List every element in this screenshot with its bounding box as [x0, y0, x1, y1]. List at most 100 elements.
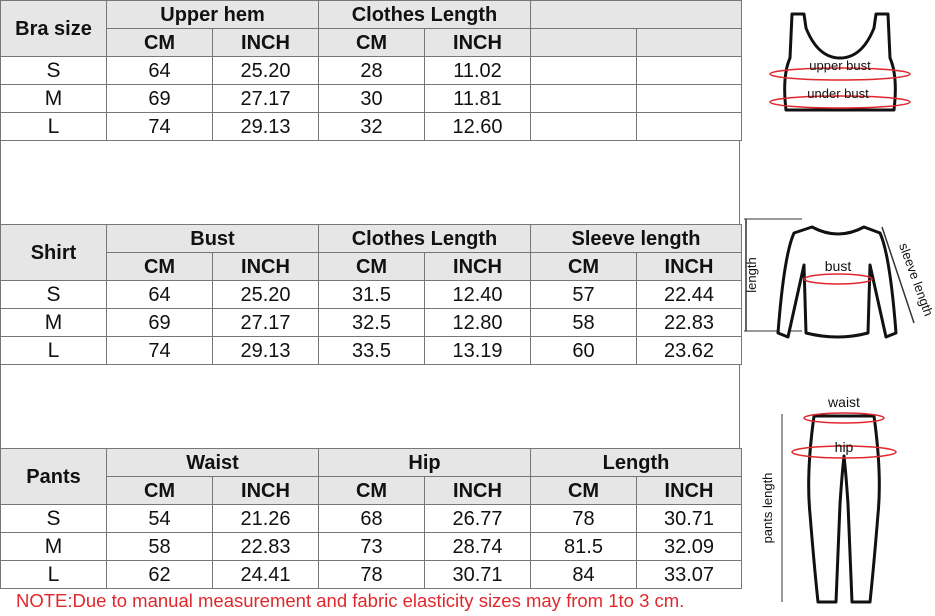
- value-cell: 21.26: [212, 504, 319, 533]
- value-cell: 62: [106, 560, 213, 589]
- size-cell: L: [0, 336, 107, 365]
- unit-header: CM: [106, 252, 213, 281]
- value-cell: 73: [318, 532, 425, 561]
- value-cell: 25.20: [212, 56, 319, 85]
- value-cell: 69: [106, 308, 213, 337]
- table-row: M 58 22.83 73 28.74 81.5 32.09: [0, 532, 742, 561]
- value-cell: 11.81: [424, 84, 531, 113]
- value-cell: 33.5: [318, 336, 425, 365]
- spacer-band: [0, 140, 740, 224]
- size-cell: M: [0, 532, 107, 561]
- value-cell: 31.5: [318, 280, 425, 309]
- table-row: S 64 25.20 31.5 12.40 57 22.44: [0, 280, 742, 309]
- group-header: Waist: [106, 448, 319, 477]
- value-cell: 12.60: [424, 112, 531, 141]
- bra-diagram: upper bust under bust: [769, 12, 911, 112]
- unit-header: [636, 28, 742, 57]
- value-cell: 32.5: [318, 308, 425, 337]
- value-cell: 11.02: [424, 56, 531, 85]
- value-cell: 32: [318, 112, 425, 141]
- value-cell: 24.41: [212, 560, 319, 589]
- table-row: S 54 21.26 68 26.77 78 30.71: [0, 504, 742, 533]
- upper-bust-label: upper bust: [809, 58, 871, 73]
- size-cell: M: [0, 308, 107, 337]
- value-cell: [530, 112, 637, 141]
- waist-label: waist: [827, 394, 860, 410]
- unit-header: INCH: [424, 252, 531, 281]
- group-header: [530, 0, 742, 29]
- group-header: Upper hem: [106, 0, 319, 29]
- value-cell: 81.5: [530, 532, 637, 561]
- value-cell: 22.83: [212, 532, 319, 561]
- value-cell: 30: [318, 84, 425, 113]
- value-cell: 33.07: [636, 560, 742, 589]
- unit-header: CM: [318, 28, 425, 57]
- table-row: M 69 27.17 32.5 12.80 58 22.83: [0, 308, 742, 337]
- unit-header: INCH: [424, 476, 531, 505]
- value-cell: 27.17: [212, 308, 319, 337]
- group-header: Sleeve length: [530, 224, 742, 253]
- size-cell: M: [0, 84, 107, 113]
- unit-header: INCH: [424, 28, 531, 57]
- unit-header: INCH: [212, 28, 319, 57]
- value-cell: 29.13: [212, 112, 319, 141]
- size-cell: L: [0, 112, 107, 141]
- unit-header: INCH: [636, 476, 742, 505]
- table-row: L 62 24.41 78 30.71 84 33.07: [0, 560, 742, 589]
- unit-header: CM: [530, 476, 637, 505]
- value-cell: 30.71: [424, 560, 531, 589]
- table-label: Bra size: [0, 0, 107, 57]
- value-cell: 28: [318, 56, 425, 85]
- unit-header: CM: [318, 476, 425, 505]
- under-bust-label: under bust: [807, 86, 869, 101]
- value-cell: 32.09: [636, 532, 742, 561]
- value-cell: 78: [318, 560, 425, 589]
- value-cell: 64: [106, 280, 213, 309]
- value-cell: 84: [530, 560, 637, 589]
- value-cell: [636, 112, 742, 141]
- pants-diagram: waist hip pants length: [760, 394, 897, 604]
- value-cell: 58: [106, 532, 213, 561]
- value-cell: 54: [106, 504, 213, 533]
- value-cell: 22.83: [636, 308, 742, 337]
- value-cell: [530, 84, 637, 113]
- pants-length-label: pants length: [760, 473, 775, 544]
- unit-header: CM: [106, 28, 213, 57]
- value-cell: 74: [106, 336, 213, 365]
- group-header: Bust: [106, 224, 319, 253]
- size-cell: S: [0, 56, 107, 85]
- bust-label: bust: [825, 258, 852, 274]
- value-cell: 68: [318, 504, 425, 533]
- table-row: S 64 25.20 28 11.02: [0, 56, 742, 85]
- pants-size-table: Pants Waist Hip Length CM INCH CM INCH C…: [0, 448, 742, 589]
- group-header: Clothes Length: [318, 224, 531, 253]
- value-cell: 69: [106, 84, 213, 113]
- table-row: L 74 29.13 33.5 13.19 60 23.62: [0, 336, 742, 365]
- value-cell: 12.80: [424, 308, 531, 337]
- size-cell: L: [0, 560, 107, 589]
- value-cell: 29.13: [212, 336, 319, 365]
- value-cell: 13.19: [424, 336, 531, 365]
- value-cell: 30.71: [636, 504, 742, 533]
- unit-header: CM: [318, 252, 425, 281]
- table-label: Pants: [0, 448, 107, 505]
- value-cell: [530, 56, 637, 85]
- value-cell: 28.74: [424, 532, 531, 561]
- value-cell: 64: [106, 56, 213, 85]
- value-cell: 23.62: [636, 336, 742, 365]
- shirt-diagram: length bust sleeve length: [744, 218, 934, 339]
- value-cell: 26.77: [424, 504, 531, 533]
- unit-header: [530, 28, 637, 57]
- group-header: Length: [530, 448, 742, 477]
- sleeve-length-label: sleeve length: [896, 241, 934, 318]
- value-cell: 60: [530, 336, 637, 365]
- value-cell: [636, 56, 742, 85]
- size-cell: S: [0, 504, 107, 533]
- hip-label: hip: [835, 439, 854, 455]
- table-row: M 69 27.17 30 11.81: [0, 84, 742, 113]
- value-cell: [636, 84, 742, 113]
- table-label: Shirt: [0, 224, 107, 281]
- unit-header: INCH: [212, 252, 319, 281]
- size-cell: S: [0, 280, 107, 309]
- value-cell: 74: [106, 112, 213, 141]
